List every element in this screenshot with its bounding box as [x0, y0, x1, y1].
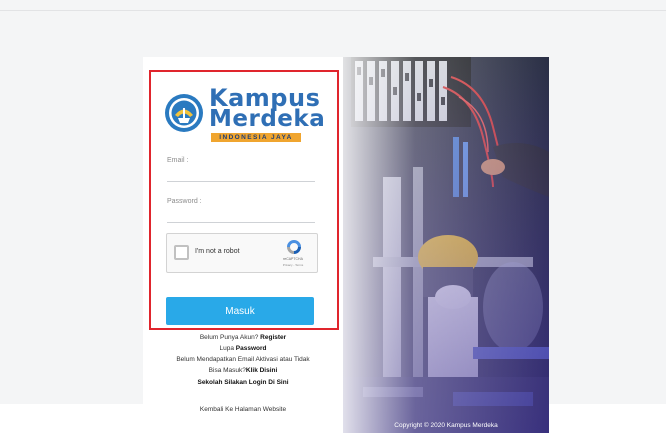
forgot-line: Lupa Password	[143, 345, 343, 352]
email-input[interactable]	[167, 181, 315, 182]
recaptcha-checkbox[interactable]	[174, 245, 189, 260]
register-link[interactable]: Register	[260, 334, 286, 341]
forgot-password-link[interactable]: Password	[236, 345, 267, 352]
masuk-button[interactable]: Masuk	[166, 297, 314, 325]
hero-image: Copyright © 2020 Kampus Merdeka	[343, 57, 549, 433]
password-input[interactable]	[167, 222, 315, 223]
school-login-line: Sekolah Silakan Login Di Sini	[143, 379, 343, 386]
email-label: Email :	[167, 157, 189, 164]
logo-word-merdeka: Merdeka	[209, 106, 326, 132]
recaptcha-terms[interactable]: Privacy - Terms	[275, 263, 311, 267]
school-login-link[interactable]: Sekolah Silakan Login Di Sini	[197, 379, 288, 386]
back-to-website-link[interactable]: Kembali Ke Halaman Website	[143, 406, 343, 413]
login-card: Kampus Merdeka INDONESIA JAYA Email : Pa…	[143, 57, 549, 433]
recaptcha-logo-icon	[287, 240, 301, 254]
forgot-prefix: Lupa	[219, 345, 234, 352]
lab-scene-illustration	[343, 57, 549, 433]
recaptcha-widget: I'm not a robot reCAPTCHA Privacy - Term…	[166, 233, 318, 273]
register-prefix: Belum Punya Akun?	[199, 334, 259, 341]
register-line: Belum Punya Akun? Register	[143, 334, 343, 341]
password-label: Password :	[167, 198, 202, 205]
activation-line-1: Belum Mendapatkan Email Aktivasi atau Ti…	[176, 356, 310, 363]
top-divider	[0, 10, 666, 11]
recaptcha-brand: reCAPTCHA	[283, 257, 303, 261]
activation-line-2: Bisa Masuk?Klik Disini	[143, 367, 343, 374]
kampus-merdeka-logo: Kampus Merdeka INDONESIA JAYA	[164, 86, 325, 142]
login-panel: Kampus Merdeka INDONESIA JAYA Email : Pa…	[143, 57, 343, 433]
activation-link[interactable]: Klik Disini	[246, 367, 277, 374]
logo-tagline: INDONESIA JAYA	[211, 133, 301, 142]
tut-wuri-handayani-emblem-icon	[165, 94, 203, 132]
copyright-text: Copyright © 2020 Kampus Merdeka	[394, 422, 498, 429]
recaptcha-label: I'm not a robot	[195, 248, 240, 255]
activation-prefix: Bisa Masuk?	[208, 367, 246, 374]
